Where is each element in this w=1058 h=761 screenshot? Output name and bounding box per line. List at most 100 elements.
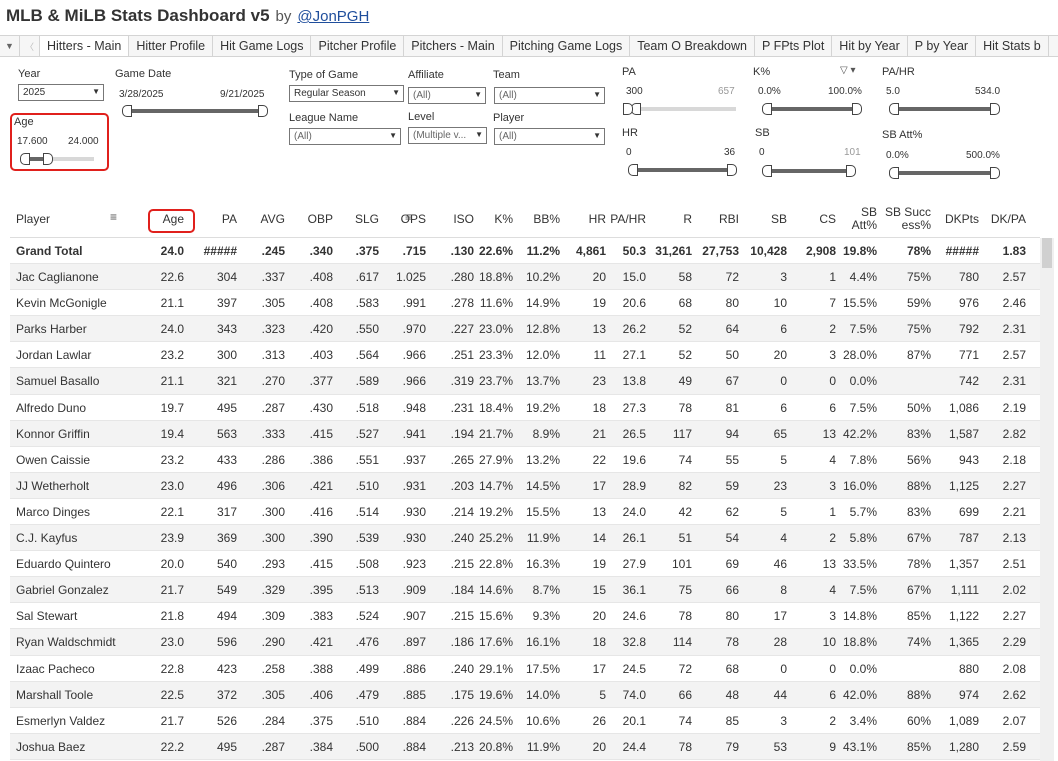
stat-cell: .293 xyxy=(261,557,285,572)
col-header-hr[interactable]: HR xyxy=(566,200,606,238)
col-header-rbi[interactable]: RBI xyxy=(691,200,739,238)
tab-team-o-breakdown[interactable]: Team O Breakdown xyxy=(630,36,755,56)
table-scrollbar[interactable] xyxy=(1040,238,1054,761)
stat-cell: 12.8% xyxy=(525,322,560,337)
tab-hitter-profile[interactable]: Hitter Profile xyxy=(129,36,214,56)
col-header-sb-att[interactable]: SB Att% xyxy=(833,200,877,238)
tab-hit-stats-b[interactable]: Hit Stats b xyxy=(976,36,1049,56)
level-select[interactable]: (Multiple v... ▼ xyxy=(408,127,487,144)
year-select[interactable]: 2025 ▼ xyxy=(18,84,104,101)
grand-total-row[interactable]: Grand Total 24.0 ##### .245 .340 .375 .715 .130… xyxy=(10,238,1040,265)
stat-cell: 81 xyxy=(725,400,739,415)
slider-min-handle[interactable] xyxy=(122,105,132,117)
stat-cell: 2.31 xyxy=(1002,322,1026,337)
slider-max-handle[interactable] xyxy=(990,103,1000,115)
type-of-game-select[interactable]: Regular Season ▼ xyxy=(289,85,404,102)
tab-pitcher-profile[interactable]: Pitcher Profile xyxy=(311,36,405,56)
col-header-sb-succ-ess[interactable]: SB Succ ess% xyxy=(883,200,931,238)
slider-min-handle[interactable] xyxy=(628,164,638,176)
table-row[interactable]: Konnor Griffin 19.4 563 .333 .415 .527 .941 .19… xyxy=(10,420,1040,447)
tab-hit-game-logs[interactable]: Hit Game Logs xyxy=(213,36,312,56)
tab-hitters-main[interactable]: Hitters - Main xyxy=(40,36,130,56)
league-name-select[interactable]: (All) ▼ xyxy=(289,128,401,145)
slider-max-handle[interactable] xyxy=(258,105,268,117)
tab-prev-icon[interactable]: 〈 xyxy=(20,36,40,56)
table-row[interactable]: Alfredo Duno 19.7 495 .287 .430 .518 .948 .231 1… xyxy=(10,395,1040,421)
team-select[interactable]: (All) ▼ xyxy=(494,87,605,104)
stat-cell: .539 xyxy=(355,531,379,546)
slider-min-handle[interactable] xyxy=(762,165,772,177)
slider-min-handle[interactable] xyxy=(889,167,899,179)
stat-cell: 78 xyxy=(678,400,692,415)
tab-p-by-year[interactable]: P by Year xyxy=(908,36,977,56)
col-header-pa[interactable]: PA xyxy=(197,200,237,238)
slider-min-handle[interactable] xyxy=(762,103,772,115)
table-row[interactable]: JJ Wetherholt 23.0 496 .306 .421 .510 .931 .203… xyxy=(10,472,1040,499)
player-sort-icon[interactable]: ≡ xyxy=(110,210,117,224)
tab-hit-by-year[interactable]: Hit by Year xyxy=(832,36,908,56)
table-row[interactable]: Marshall Toole 22.5 372 .305 .406 .479 .885 .17… xyxy=(10,681,1040,708)
stat-cell: .287 xyxy=(261,739,285,754)
table-row[interactable]: Joshua Baez 22.2 495 .287 .384 .500 .884 .213 20… xyxy=(10,733,1040,760)
hr-slider[interactable] xyxy=(628,164,737,176)
slider-max-handle[interactable] xyxy=(990,167,1000,179)
sb-slider[interactable] xyxy=(762,165,856,177)
table-row[interactable]: Gabriel Gonzalez 21.7 549 .329 .395 .513 .909.… xyxy=(10,577,1040,604)
table-row[interactable]: Jordan Lawlar 23.2 300 .313 .403 .564 .966 .251… xyxy=(10,342,1040,369)
filter-icon[interactable]: ▽ ▾ xyxy=(840,65,856,76)
slider-min-handle[interactable] xyxy=(889,103,899,115)
table-row[interactable]: Sal Stewart 21.8 494 .309 .383 .524 .907 .215 15… xyxy=(10,603,1040,630)
tab-pitching-game-logs[interactable]: Pitching Game Logs xyxy=(503,36,631,56)
sb-att-pct-slider[interactable] xyxy=(889,167,1000,179)
col-header-k[interactable]: K% xyxy=(473,200,513,238)
col-header-pa-hr[interactable]: PA/HR xyxy=(606,200,646,238)
col-header-dk-pa[interactable]: DK/PA xyxy=(986,200,1026,238)
table-row[interactable]: Samuel Basallo 21.1 321 .270 .377 .589 .966 .31… xyxy=(10,368,1040,395)
col-header-sb[interactable]: SB xyxy=(739,200,787,238)
stat-cell: .991 xyxy=(402,296,426,311)
author-link[interactable]: @JonPGH xyxy=(297,8,369,25)
tab-pitchers-main[interactable]: Pitchers - Main xyxy=(404,36,503,56)
table-row[interactable]: Marco Dinges 22.1 317 .300 .416 .514 .930 .214 1… xyxy=(10,499,1040,526)
table-row[interactable]: C.J. Kayfus 23.9 369.300.390.539.930.240 25… xyxy=(10,525,1040,552)
slider-fill xyxy=(890,171,999,175)
scrollbar-thumb[interactable] xyxy=(1042,238,1052,268)
player-select[interactable]: (All) ▼ xyxy=(494,128,605,145)
table-row[interactable]: Eduardo Quintero 20.0 540 .293 .415 .508 .923.… xyxy=(10,551,1040,578)
game-date-slider[interactable] xyxy=(122,105,268,117)
tab-menu-icon[interactable]: ▼ xyxy=(0,36,20,56)
slider-min-handle[interactable] xyxy=(20,153,30,165)
table-row[interactable]: Jac Caglianone 22.6 304 .337 .408 .617 1.025 .2… xyxy=(10,264,1040,291)
table-row[interactable]: Izaac Pacheco 22.8 423 .258 .388 .499 .886 .240… xyxy=(10,656,1040,682)
slider-max-handle[interactable] xyxy=(846,165,856,177)
col-header-iso[interactable]: ISO xyxy=(434,200,474,238)
table-row[interactable]: Owen Caissie 23.2 433 .286 .386 .551 .937 .265 2… xyxy=(10,447,1040,473)
pa-hr-slider[interactable] xyxy=(889,103,1000,115)
pa-slider[interactable] xyxy=(623,103,736,115)
tab-p-fpts-plot[interactable]: P FPts Plot xyxy=(755,36,833,56)
slider-max-handle[interactable] xyxy=(852,103,862,115)
col-header-player[interactable]: Player xyxy=(16,200,156,238)
affiliate-select[interactable]: (All) ▼ xyxy=(408,87,486,104)
table-row[interactable]: Parks Harber 24.0 343 .323 .420 .550 .970 .227 2… xyxy=(10,316,1040,343)
slider-max-handle[interactable] xyxy=(42,153,53,165)
slider-max-handle[interactable] xyxy=(623,103,633,115)
stat-cell: ##### xyxy=(203,244,237,258)
stat-cell: 321 xyxy=(216,374,237,389)
col-header-slg[interactable]: SLG xyxy=(339,200,379,238)
stat-cell: 787 xyxy=(958,531,979,546)
table-row[interactable]: Kevin McGonigle 21.1 397 .305 .408 .583 .991 .2… xyxy=(10,290,1040,317)
col-header-bb[interactable]: BB% xyxy=(512,200,560,238)
col-header-avg[interactable]: AVG xyxy=(245,200,285,238)
col-header-obp[interactable]: OBP xyxy=(293,200,333,238)
player-name-cell: Gabriel Gonzalez xyxy=(16,583,109,598)
age-slider[interactable] xyxy=(20,153,94,165)
col-header-r[interactable]: R xyxy=(644,200,692,238)
k-pct-slider[interactable] xyxy=(762,103,862,115)
table-row[interactable]: Esmerlyn Valdez 21.7 526 .284 .375 .510 .884 .2… xyxy=(10,708,1040,734)
col-header-dkpts[interactable]: DKPts xyxy=(933,200,979,238)
col-header-cs[interactable]: CS xyxy=(796,200,836,238)
table-row[interactable]: Ryan Waldschmidt 23.0 596 .290 .421 .476 .897.… xyxy=(10,629,1040,656)
ops-sort-icon[interactable]: ≡ xyxy=(405,210,412,224)
slider-max-handle[interactable] xyxy=(727,164,737,176)
